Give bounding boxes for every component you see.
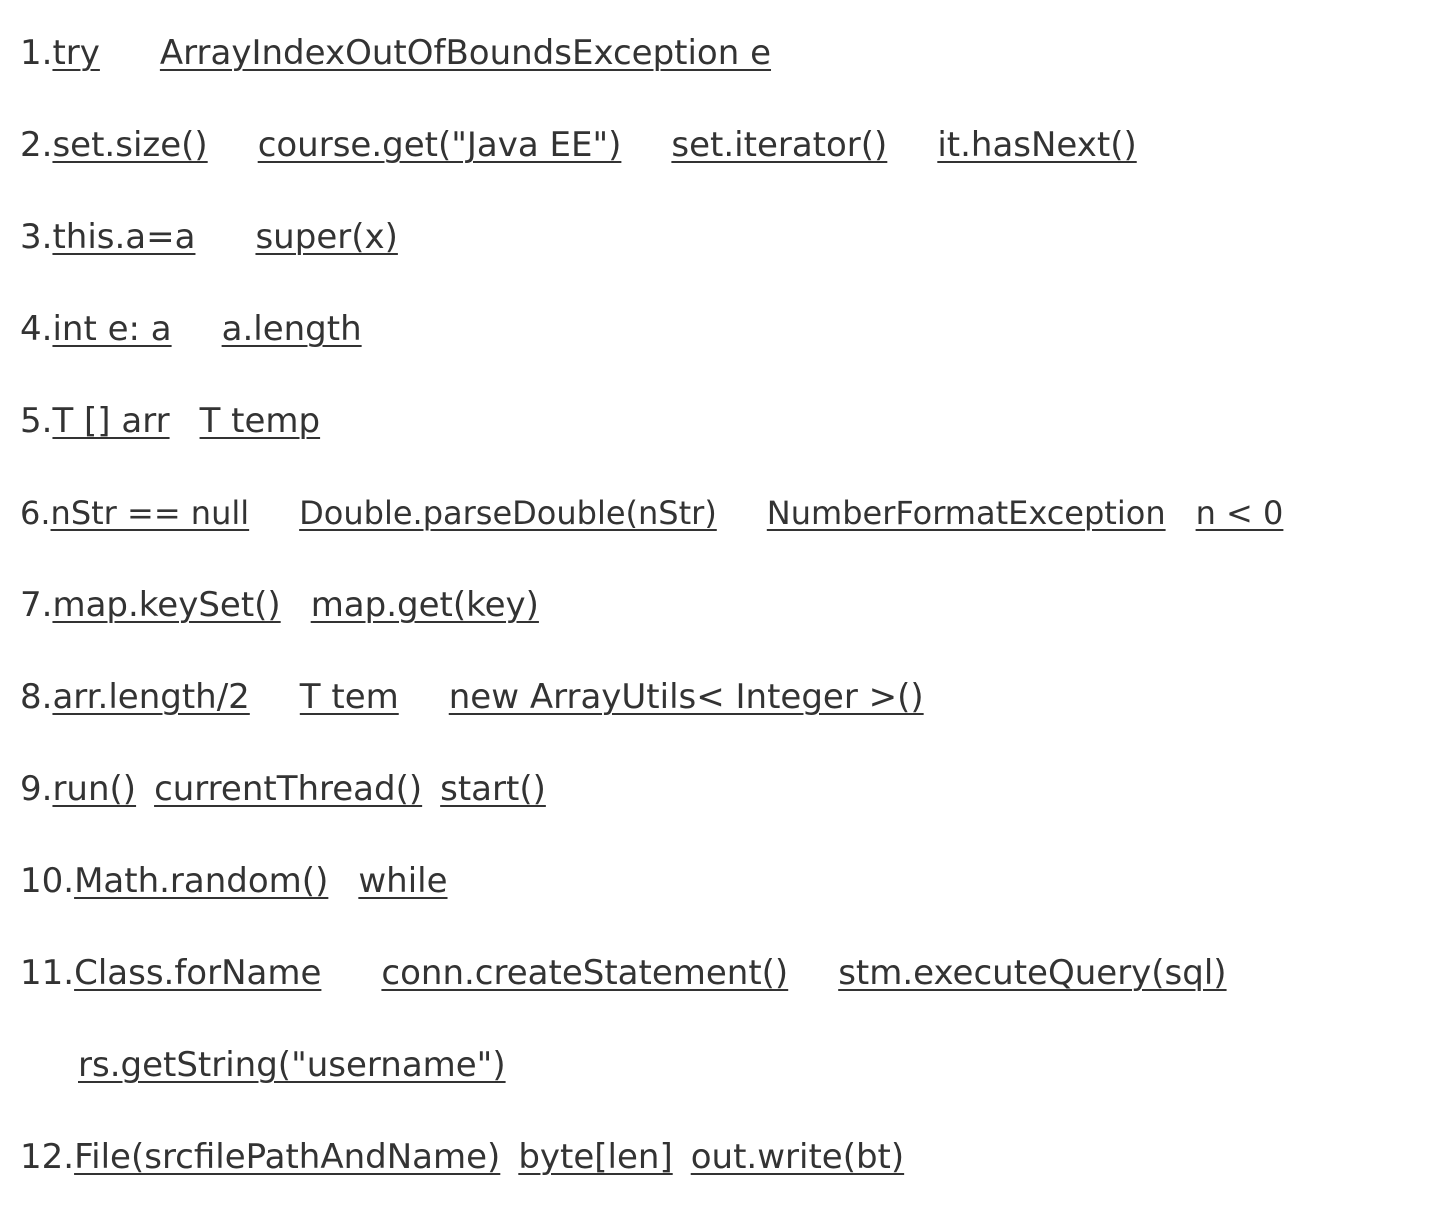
- answer-line-11-continued: rs.getString("username"): [20, 1042, 506, 1088]
- answer-blank: ArrayIndexOutOfBoundsException e: [159, 33, 772, 73]
- item-number: 6.: [20, 494, 51, 532]
- answer-blank: File(srcfilePathAndName): [74, 1137, 501, 1177]
- answer-blank: new ArrayUtils< Integer >(): [448, 677, 924, 717]
- answer-blank: run(): [52, 769, 137, 809]
- answer-blank: T temp: [199, 401, 321, 441]
- answer-blank: arr.length/2: [52, 677, 250, 717]
- answer-blank: nStr == null: [50, 494, 250, 532]
- item-number: 2.: [20, 125, 53, 165]
- item-number: 4.: [20, 309, 53, 349]
- answer-line-1: 1.try ArrayIndexOutOfBoundsException e: [20, 30, 771, 76]
- answer-line-9: 9.run() currentThread() start(): [20, 766, 546, 812]
- answer-blank: course.get("Java EE"): [257, 125, 622, 165]
- answer-blank: NumberFormatException: [766, 494, 1166, 532]
- answer-blank: set.iterator(): [671, 125, 888, 165]
- item-number: 11.: [20, 953, 75, 993]
- answer-blank: out.write(bt): [690, 1137, 905, 1177]
- item-number: 10.: [20, 861, 75, 901]
- answer-blank: conn.createStatement(): [381, 953, 789, 993]
- answer-line-7: 7.map.keySet() map.get(key): [20, 582, 539, 628]
- answer-blank: a.length: [221, 309, 362, 349]
- answer-blank: n < 0: [1195, 494, 1284, 532]
- answer-blank: set.size(): [52, 125, 208, 165]
- answer-line-5: 5.T [] arr T temp: [20, 398, 320, 444]
- answer-blank: T tem: [299, 677, 399, 717]
- answer-blank: while: [358, 861, 448, 901]
- answer-line-8: 8.arr.length/2 T tem new ArrayUtils< Integ…: [20, 674, 924, 720]
- answer-blank: super(x): [255, 217, 398, 257]
- answer-blank: map.get(key): [310, 585, 539, 625]
- answer-blank: byte[len]: [518, 1137, 673, 1177]
- answer-line-10: 10.Math.random() while: [20, 858, 448, 904]
- answer-blank: start(): [440, 769, 546, 809]
- answer-line-4: 4.int e: a a.length: [20, 306, 362, 352]
- item-number: 8.: [20, 677, 53, 717]
- answer-line-11: 11.Class.forName conn.createStatement() st…: [20, 950, 1227, 996]
- answer-line-2: 2.set.size() course.get("Java EE") set.ite…: [20, 122, 1137, 168]
- answer-blank: map.keySet(): [52, 585, 281, 625]
- answer-line-3: 3.this.a=a super(x): [20, 214, 398, 260]
- answer-blank: stm.executeQuery(sql): [838, 953, 1227, 993]
- answer-blank: rs.getString("username"): [78, 1045, 506, 1085]
- answer-blank: int e: a: [52, 309, 172, 349]
- answer-blank: Math.random(): [74, 861, 329, 901]
- answer-blank: T [] arr: [52, 401, 170, 441]
- item-number: 1.: [20, 33, 53, 73]
- answer-blank: Class.forName: [74, 953, 322, 993]
- item-number: 12.: [20, 1137, 75, 1177]
- answer-blank: this.a=a: [52, 217, 196, 257]
- answer-blank: try: [52, 33, 100, 73]
- answer-blank: Double.parseDouble(nStr): [299, 494, 717, 532]
- answer-blank: it.hasNext(): [937, 125, 1137, 165]
- item-number: 5.: [20, 401, 53, 441]
- answer-blank: currentThread(): [154, 769, 423, 809]
- item-number: 3.: [20, 217, 53, 257]
- item-number: 7.: [20, 585, 53, 625]
- item-number: 9.: [20, 769, 53, 809]
- answer-line-12: 12.File(srcfilePathAndName) byte[len] out.…: [20, 1134, 904, 1180]
- answer-line-6: 6.nStr == null Double.parseDouble(nStr) Nu…: [20, 490, 1283, 536]
